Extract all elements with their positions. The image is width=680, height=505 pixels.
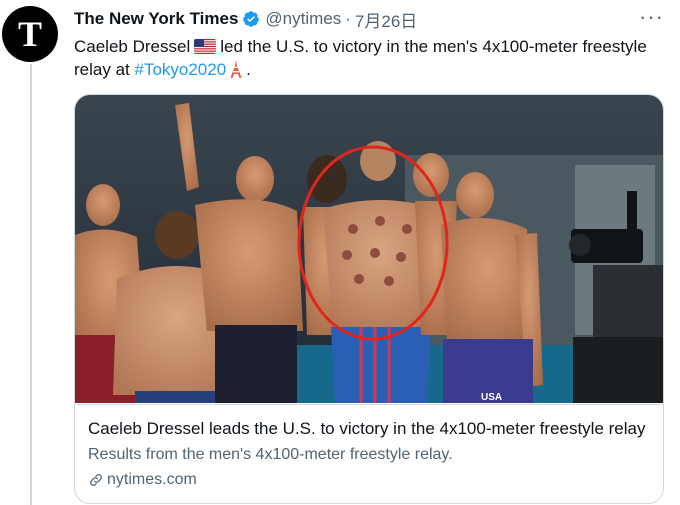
link-card[interactable]: USA Caeleb Dressel leads the U.S. to vic… — [74, 94, 664, 504]
tokyo-tower-icon — [230, 60, 242, 78]
avatar[interactable]: T — [2, 6, 58, 62]
tweet-header: The New York Times @nytimes · 7月26日 — [74, 7, 417, 32]
more-options-icon[interactable]: ··· — [639, 6, 664, 28]
avatar-logo: T — [17, 14, 42, 54]
thread-line — [30, 64, 32, 505]
us-flag-icon — [194, 39, 217, 54]
card-image[interactable]: USA — [75, 95, 663, 403]
author-handle[interactable]: @nytimes — [265, 9, 341, 29]
card-domain-row[interactable]: nytimes.com — [88, 471, 197, 489]
card-domain[interactable]: nytimes.com — [107, 471, 197, 489]
tweet-text: Caeleb Dressel led the U.S. to victory i… — [74, 35, 664, 81]
card-title[interactable]: Caeleb Dressel leads the U.S. to victory… — [88, 419, 653, 439]
link-icon — [90, 474, 102, 486]
tweet-text-part1: Caeleb Dressel — [74, 37, 191, 56]
card-description: Results from the men's 4x100-meter frees… — [88, 446, 453, 463]
verified-badge-icon — [243, 11, 260, 27]
tweet-text-end: . — [246, 60, 251, 79]
hashtag-link[interactable]: #Tokyo2020 — [134, 60, 226, 79]
swimsuit-usa-text: USA — [481, 392, 502, 403]
card-meta[interactable]: Caeleb Dressel leads the U.S. to victory… — [75, 404, 663, 503]
header-separator: · — [345, 9, 351, 28]
tweet-date[interactable]: 7月26日 — [355, 7, 417, 32]
author-name[interactable]: The New York Times — [74, 9, 238, 29]
